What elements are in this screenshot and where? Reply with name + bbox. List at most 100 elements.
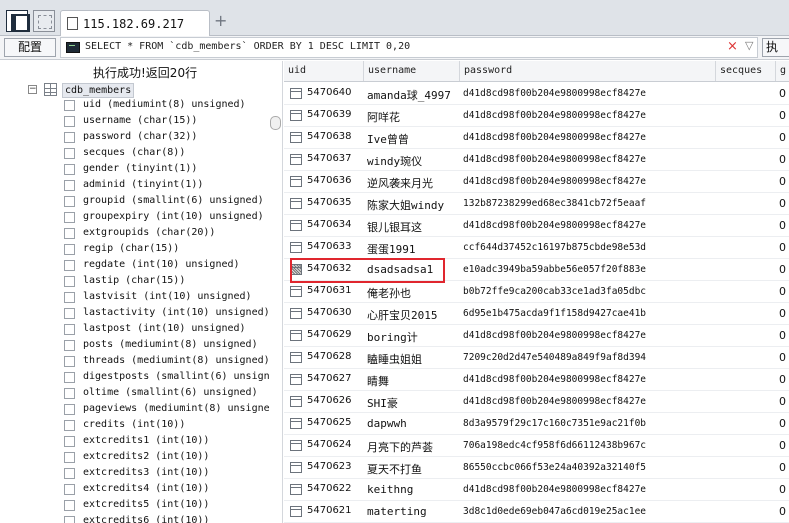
table-row[interactable]: 5470635 陈家大姐windy 132b87238299ed68ec3841cb… <box>284 193 789 215</box>
field-item[interactable]: extcredits2 (int(10)) <box>64 450 282 466</box>
field-item[interactable]: password (char(32)) <box>64 130 282 146</box>
new-window-icon[interactable] <box>33 10 55 32</box>
table-row[interactable]: 5470638 Ive曾曾 d41d8cd98f00b204e9800998ecf8… <box>284 127 789 149</box>
field-checkbox[interactable] <box>64 196 75 207</box>
field-checkbox[interactable] <box>64 516 75 523</box>
table-row[interactable]: 5470640 amanda球_4997 d41d8cd98f00b204e9800… <box>284 83 789 105</box>
cell-password[interactable]: d41d8cd98f00b204e9800998ecf8427e <box>463 374 718 385</box>
field-checkbox[interactable] <box>64 100 75 111</box>
cell-password[interactable]: 7209c20d2d47e540489a849f9af8d394 <box>463 352 718 363</box>
field-checkbox[interactable] <box>64 212 75 223</box>
column-header-uid[interactable]: uid <box>284 61 364 81</box>
cell-uid[interactable]: 5470628 <box>307 351 352 362</box>
table-row[interactable]: 5470627 睛舞 d41d8cd98f00b204e9800998ecf8427… <box>284 369 789 391</box>
cell-uid[interactable]: 5470633 <box>307 241 352 252</box>
cell-secques[interactable]: 0 <box>779 505 786 518</box>
cell-secques[interactable]: 0 <box>779 285 786 298</box>
row-icon[interactable] <box>290 440 302 451</box>
field-item[interactable]: gender (tinyint(1)) <box>64 162 282 178</box>
column-header-secques[interactable]: secques <box>716 61 776 81</box>
cell-uid[interactable]: 5470639 <box>307 109 352 120</box>
field-checkbox[interactable] <box>64 356 75 367</box>
field-checkbox[interactable] <box>64 276 75 287</box>
field-checkbox[interactable] <box>64 228 75 239</box>
field-item[interactable]: extcredits6 (int(10)) <box>64 514 282 523</box>
field-item[interactable]: lastpost (int(10) unsigned) <box>64 322 282 338</box>
row-icon[interactable] <box>290 418 302 429</box>
cell-uid[interactable]: 5470627 <box>307 373 352 384</box>
field-item[interactable]: extcredits5 (int(10)) <box>64 498 282 514</box>
row-icon[interactable] <box>290 154 302 165</box>
dropdown-icon[interactable]: ▽ <box>745 39 753 52</box>
field-checkbox[interactable] <box>64 340 75 351</box>
cell-uid[interactable]: 5470625 <box>307 417 352 428</box>
field-item[interactable]: secques (char(8)) <box>64 146 282 162</box>
cell-password[interactable]: d41d8cd98f00b204e9800998ecf8427e <box>463 396 718 407</box>
row-icon[interactable] <box>290 198 302 209</box>
cell-secques[interactable]: 0 <box>779 109 786 122</box>
cell-username[interactable]: materting <box>367 505 459 518</box>
cell-username[interactable]: 睛舞 <box>367 373 459 389</box>
add-tab-button[interactable]: + <box>214 13 227 29</box>
cell-secques[interactable]: 0 <box>779 197 786 210</box>
cell-username[interactable]: 夏天不打鱼 <box>367 461 459 477</box>
cell-secques[interactable]: 0 <box>779 175 786 188</box>
row-icon[interactable] <box>290 396 302 407</box>
cell-password[interactable]: d41d8cd98f00b204e9800998ecf8427e <box>463 132 718 143</box>
cell-secques[interactable]: 0 <box>779 263 786 276</box>
field-item[interactable]: threads (mediumint(8) unsigned) <box>64 354 282 370</box>
table-row[interactable]: 5470631 俺老孙也 b0b72ffe9ca200cab33ce1ad3fa05… <box>284 281 789 303</box>
cell-uid[interactable]: 5470637 <box>307 153 352 164</box>
cell-uid[interactable]: 5470622 <box>307 483 352 494</box>
field-item[interactable]: pageviews (mediumint(8) unsigne <box>64 402 282 418</box>
cell-uid[interactable]: 5470638 <box>307 131 352 142</box>
cell-username[interactable]: 俺老孙也 <box>367 285 459 301</box>
field-item[interactable]: lastactivity (int(10) unsigned) <box>64 306 282 322</box>
table-row[interactable]: 5470636 逆风袭来月光 d41d8cd98f00b204e9800998ecf… <box>284 171 789 193</box>
row-icon[interactable] <box>290 462 302 473</box>
cell-username[interactable]: 银儿银耳这 <box>367 219 459 235</box>
cell-secques[interactable]: 0 <box>779 351 786 364</box>
field-item[interactable]: lastvisit (int(10) unsigned) <box>64 290 282 306</box>
cell-username[interactable]: SHI豪 <box>367 395 459 411</box>
collapse-icon[interactable]: − <box>28 85 37 94</box>
cell-secques[interactable]: 0 <box>779 461 786 474</box>
field-checkbox[interactable] <box>64 372 75 383</box>
table-row[interactable]: 5470629 boring计 d41d8cd98f00b204e9800998ec… <box>284 325 789 347</box>
cell-secques[interactable]: 0 <box>779 241 786 254</box>
field-item[interactable]: groupexpiry (int(10) unsigned) <box>64 210 282 226</box>
field-checkbox[interactable] <box>64 404 75 415</box>
cell-uid[interactable]: 5470631 <box>307 285 352 296</box>
cell-username[interactable]: 逆风袭来月光 <box>367 175 459 191</box>
field-checkbox[interactable] <box>64 484 75 495</box>
clear-icon[interactable]: × <box>727 39 738 54</box>
field-item[interactable]: uid (mediumint(8) unsigned) <box>64 98 282 114</box>
cell-uid[interactable]: 5470624 <box>307 439 352 450</box>
cell-secques[interactable]: 0 <box>779 87 786 100</box>
field-item[interactable]: extcredits3 (int(10)) <box>64 466 282 482</box>
cell-secques[interactable]: 0 <box>779 373 786 386</box>
cell-uid[interactable]: 5470626 <box>307 395 352 406</box>
row-icon[interactable] <box>290 88 302 99</box>
cell-secques[interactable]: 0 <box>779 395 786 408</box>
cell-password[interactable]: d41d8cd98f00b204e9800998ecf8427e <box>463 154 718 165</box>
field-item[interactable]: digestposts (smallint(6) unsign <box>64 370 282 386</box>
row-icon[interactable] <box>290 484 302 495</box>
execute-button[interactable]: 执 <box>762 38 789 57</box>
cell-password[interactable]: d41d8cd98f00b204e9800998ecf8427e <box>463 220 718 231</box>
field-item[interactable]: username (char(15)) <box>64 114 282 130</box>
field-item[interactable]: groupid (smallint(6) unsigned) <box>64 194 282 210</box>
table-row[interactable]: 5470622 keithng d41d8cd98f00b204e9800998ec… <box>284 479 789 501</box>
field-checkbox[interactable] <box>64 324 75 335</box>
cell-uid[interactable]: 5470634 <box>307 219 352 230</box>
field-checkbox[interactable] <box>64 260 75 271</box>
cell-password[interactable]: b0b72ffe9ca200cab33ce1ad3fa05dbc <box>463 286 718 297</box>
cell-password[interactable]: 6d95e1b475acda9f1f158d9427cae41b <box>463 308 718 319</box>
row-icon[interactable] <box>290 506 302 517</box>
row-icon[interactable] <box>290 352 302 363</box>
cell-username[interactable]: 蛋蛋1991 <box>367 241 459 257</box>
table-row[interactable]: 5470625 dapwwh 8d3a9579f29c17c160c7351e9ac… <box>284 413 789 435</box>
field-checkbox[interactable] <box>64 244 75 255</box>
cell-secques[interactable]: 0 <box>779 417 786 430</box>
field-item[interactable]: adminid (tinyint(1)) <box>64 178 282 194</box>
